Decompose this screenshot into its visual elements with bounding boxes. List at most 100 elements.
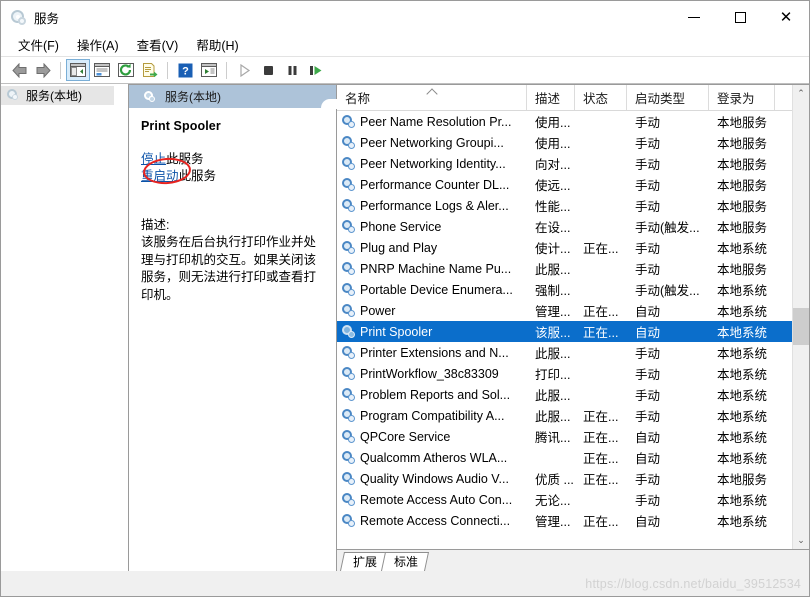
table-row[interactable]: QPCore Service 腾讯... 正在... 自动 本地系统 [337,426,792,447]
cell-startup-type: 手动 [635,347,661,361]
scroll-up-arrow[interactable]: ⌃ [793,85,809,102]
service-gear-icon [341,471,356,486]
pause-service-icon[interactable] [280,59,304,81]
split-panes: 服务(本地) Print Spooler 停止此服务 重启动此服务 描述: 该服… [129,84,809,571]
table-row[interactable]: Qualcomm Atheros WLA... 正在... 自动 本地系统 [337,447,792,468]
refresh-icon[interactable] [114,59,138,81]
service-gear-icon [341,345,356,360]
service-gear-icon [341,408,356,423]
cell-startup-type: 手动 [635,263,661,277]
toolbar-separator [60,61,61,79]
menu-action[interactable]: 操作(A) [68,33,128,56]
cell-log-on-as: 本地系统 [717,410,768,424]
title-bar: 服务 ✕ [1,1,809,33]
stop-service-icon[interactable] [256,59,280,81]
stop-service-line: 停止此服务 [141,151,326,168]
stop-service-link[interactable]: 停止 [141,152,166,166]
table-row[interactable]: PrintWorkflow_38c83309 打印... 手动 本地系统 [337,363,792,384]
table-row[interactable]: Printer Extensions and N... 此服... 手动 本地系统 [337,342,792,363]
cell-status: 正在... [583,410,619,424]
column-startup-type[interactable]: 启动类型 [627,85,709,110]
table-row[interactable]: PNRP Machine Name Pu... 此服... 手动 本地服务 [337,258,792,279]
table-row[interactable]: Remote Access Connecti... 管理... 正在... 自动 本地系… [337,510,792,531]
restart-service-suffix: 此服务 [178,169,217,183]
cell-log-on-as: 本地系统 [717,452,768,466]
service-name-label: QPCore Service [360,429,451,444]
scroll-track[interactable] [793,102,809,532]
cell-description: 使用... [535,137,571,151]
export-list-icon[interactable] [138,59,162,81]
tree-item-services-local[interactable]: 服务(本地) [1,86,114,105]
table-row[interactable]: Phone Service 在设... 手动(触发... 本地服务 [337,216,792,237]
console-tree-pane: 服务(本地) [1,84,129,571]
menu-view[interactable]: 查看(V) [128,33,188,56]
column-description[interactable]: 描述 [527,85,575,110]
column-name[interactable]: 名称 [337,85,527,110]
maximize-button[interactable] [717,1,763,33]
table-row[interactable]: Peer Networking Groupi... 使用... 手动 本地服务 [337,132,792,153]
service-gear-icon [341,156,356,171]
list-inner: 名称 描述 状态 启动类型 登录为 Peer Name Resolution P… [337,85,792,549]
column-description-label: 描述 [535,92,561,106]
toolbar: ? [1,57,809,84]
table-row[interactable]: Remote Access Auto Con... 无论... 手动 本地系统 [337,489,792,510]
service-name-label: Plug and Play [360,240,438,255]
service-gear-icon [341,324,356,339]
cell-log-on-as: 本地服务 [717,158,768,172]
cell-description: 此服... [535,347,571,361]
table-row[interactable]: Portable Device Enumera... 强制... 手动(触发... 本… [337,279,792,300]
cell-service-name: Power [337,303,527,318]
service-gear-icon [341,387,356,402]
tab-standard[interactable]: 标准 [380,552,430,571]
service-gear-icon [341,135,356,150]
table-row[interactable]: Peer Name Resolution Pr... 使用... 手动 本地服务 [337,111,792,132]
column-log-on-as[interactable]: 登录为 [709,85,775,110]
details-header: 服务(本地) [129,85,337,109]
tab-extended-label: 扩展 [353,555,378,569]
minimize-button[interactable] [671,1,717,33]
table-row[interactable]: Program Compatibility A... 此服... 正在... 手动 本地… [337,405,792,426]
service-gear-icon [341,450,356,465]
vertical-scrollbar[interactable]: ⌃ ⌄ [792,85,809,549]
scroll-down-arrow[interactable]: ⌄ [793,532,809,549]
service-gear-icon [341,366,356,381]
services-gear-icon [6,88,21,103]
help-icon[interactable]: ? [173,59,197,81]
back-icon[interactable] [7,59,31,81]
properties-icon[interactable] [90,59,114,81]
cell-description: 向对... [535,158,571,172]
restart-service-link[interactable]: 重启动 [141,169,179,183]
column-status[interactable]: 状态 [575,85,627,110]
service-gear-icon [341,177,356,192]
cell-service-name: Peer Networking Groupi... [337,135,527,150]
restart-service-icon[interactable] [304,59,328,81]
tree-item-label: 服务(本地) [26,89,82,103]
table-row[interactable]: Performance Counter DL... 使远... 手动 本地服务 [337,174,792,195]
service-name-label: Phone Service [360,219,442,234]
cell-log-on-as: 本地系统 [717,242,768,256]
scroll-thumb[interactable] [793,308,809,345]
table-row[interactable]: Quality Windows Audio V... 优质 ... 正在... 手动 本… [337,468,792,489]
forward-icon[interactable] [31,59,55,81]
table-row[interactable]: Print Spooler 该服... 正在... 自动 本地系统 [337,321,792,342]
cell-service-name: Qualcomm Atheros WLA... [337,450,527,465]
table-row[interactable]: Problem Reports and Sol... 此服... 手动 本地系统 [337,384,792,405]
start-service-icon[interactable] [232,59,256,81]
close-button[interactable]: ✕ [763,1,809,33]
cell-startup-type: 手动 [635,410,661,424]
menu-file[interactable]: 文件(F) [9,33,68,56]
service-name-label: Power [360,303,396,318]
menu-help[interactable]: 帮助(H) [187,33,247,56]
column-status-label: 状态 [583,92,609,106]
cell-description: 管理... [535,305,571,319]
table-row[interactable]: Peer Networking Identity... 向对... 手动 本地服务 [337,153,792,174]
cell-service-name: QPCore Service [337,429,527,444]
table-row[interactable]: Plug and Play 使计... 正在... 手动 本地系统 [337,237,792,258]
cell-startup-type: 手动 [635,473,661,487]
table-row[interactable]: Power 管理... 正在... 自动 本地系统 [337,300,792,321]
show-hide-tree-icon[interactable] [66,59,90,81]
table-row[interactable]: Performance Logs & Aler... 性能... 手动 本地服务 [337,195,792,216]
display-icon[interactable] [197,59,221,81]
service-name-label: Quality Windows Audio V... [360,471,509,486]
service-name-label: PrintWorkflow_38c83309 [360,366,499,381]
